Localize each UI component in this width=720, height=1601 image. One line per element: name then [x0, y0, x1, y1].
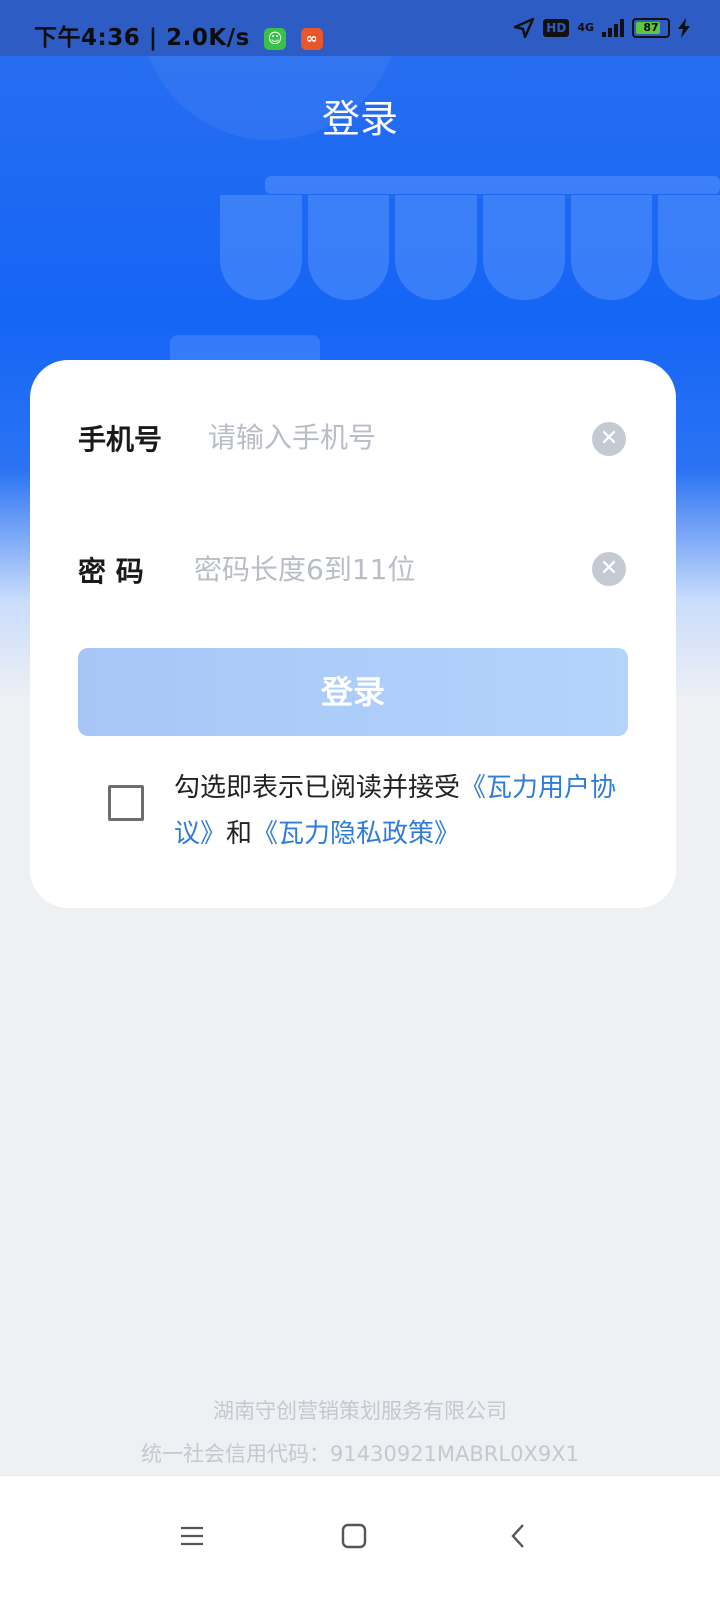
credit-code: 统一社会信用代码：91430921MABRL0X9X1 [141, 1442, 579, 1466]
system-nav-bar [0, 1475, 720, 1601]
battery-icon: 87 [632, 18, 670, 38]
clear-password-icon[interactable]: ✕ [592, 552, 626, 586]
page-title: 登录 [321, 97, 398, 141]
login-button[interactable]: 登录 [78, 648, 628, 736]
menu-icon[interactable] [162, 1506, 222, 1566]
battery-level: 87 [643, 21, 659, 34]
phone-label: 手机号 [78, 423, 163, 456]
hd-icon: HD [543, 19, 570, 37]
decor-awning-bar [265, 176, 720, 194]
home-icon[interactable] [324, 1506, 384, 1566]
status-bar: 下午4:36 | 2.0K/s ☺ ∞ HD 4G 87 [0, 0, 720, 56]
charging-icon [678, 18, 690, 38]
location-icon [514, 17, 535, 39]
notification-app-icon: ☺ [264, 27, 287, 50]
back-icon[interactable] [488, 1506, 548, 1566]
status-left: 下午4:36 | 2.0K/s ☺ ∞ [34, 18, 323, 52]
clear-phone-icon[interactable]: ✕ [592, 422, 626, 456]
password-label: 密 码 [78, 555, 144, 588]
company-name: 湖南守创营销策划服务有限公司 [213, 1399, 507, 1423]
privacy-policy-link[interactable]: 《瓦力隐私政策》 [252, 819, 460, 849]
signal-icon [602, 19, 624, 37]
decor-awning [220, 195, 720, 300]
notification-app-icon: ∞ [300, 27, 323, 50]
agreement-conjunction: 和 [226, 819, 253, 849]
phone-input[interactable] [206, 420, 570, 455]
login-card: 手机号 ✕ 密 码 ✕ 登录 勾选即表示已阅读并接受《瓦力用户协议》和《瓦力隐私… [30, 360, 676, 908]
agreement-text: 勾选即表示已阅读并接受《瓦力用户协议》和《瓦力隐私政策》 [174, 765, 634, 857]
network-type: 4G [577, 21, 594, 34]
agreement-checkbox[interactable] [108, 785, 144, 821]
status-right: HD 4G 87 [513, 17, 690, 39]
status-time-speed: 下午4:36 | 2.0K/s [34, 25, 250, 51]
agreement-prefix: 勾选即表示已阅读并接受 [174, 773, 461, 803]
password-input[interactable] [192, 552, 556, 587]
